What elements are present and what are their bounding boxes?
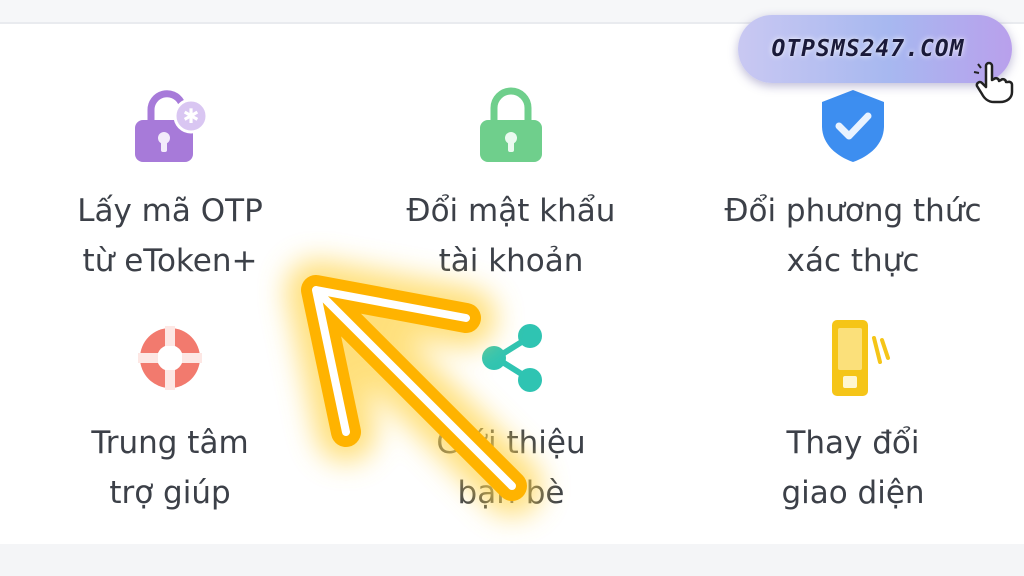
- watermark-text: OTPSMS247.COM: [771, 36, 965, 62]
- tile-label: Trung tâm trợ giúp: [91, 425, 249, 511]
- tile-label: Giới thiệu bạn bè: [436, 425, 586, 511]
- bottom-divider: [0, 544, 1024, 576]
- tile-get-otp-etoken[interactable]: ✱ Lấy mã OTP từ eToken+: [20, 86, 320, 286]
- watermark-badge[interactable]: OTPSMS247.COM: [738, 15, 1012, 83]
- lock-icon: [480, 87, 542, 162]
- tile-change-auth-method[interactable]: Đổi phương thức xác thực: [703, 86, 1003, 286]
- lock-open-plus-icon: ✱: [135, 90, 209, 162]
- share-icon: [482, 324, 542, 392]
- tile-help-center[interactable]: Trung tâm trợ giúp: [20, 318, 320, 518]
- lifebuoy-icon: [138, 326, 202, 390]
- svg-text:✱: ✱: [183, 104, 200, 128]
- tile-change-password[interactable]: Đổi mật khẩu tài khoản: [361, 86, 661, 286]
- tile-label: Đổi mật khẩu tài khoản: [406, 193, 616, 279]
- shield-check-icon: [822, 90, 884, 162]
- tile-change-theme[interactable]: Thay đổi giao diện: [703, 318, 1003, 518]
- tile-label: Lấy mã OTP từ eToken+: [77, 193, 263, 279]
- tile-label: Đổi phương thức xác thực: [724, 193, 982, 279]
- pointer-hand-icon: [973, 61, 1014, 104]
- tile-refer-friends[interactable]: Giới thiệu bạn bè: [361, 318, 661, 518]
- tile-label: Thay đổi giao diện: [781, 425, 925, 511]
- phone-theme-icon: [832, 320, 890, 396]
